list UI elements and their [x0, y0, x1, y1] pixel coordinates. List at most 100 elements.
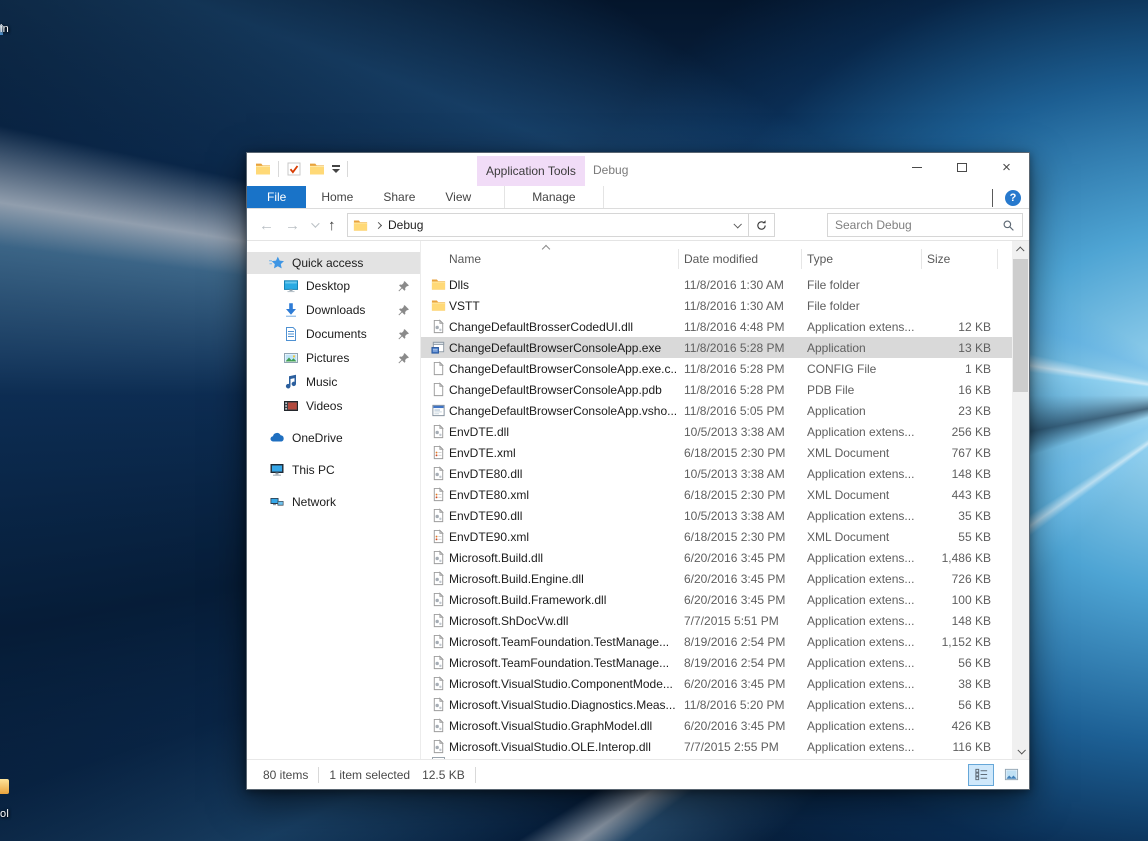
scrollbar-thumb[interactable] [1013, 259, 1028, 392]
ribbon-tab-manage[interactable]: Manage [504, 186, 603, 208]
file-row[interactable]: Microsoft.TeamFoundation.TestManage...8/… [421, 631, 1012, 652]
file-row[interactable]: ChangeDefaultBrowserConsoleApp.exe11/8/2… [421, 337, 1012, 358]
file-row[interactable]: Microsoft.Build.dll6/20/2016 3:45 PMAppl… [421, 547, 1012, 568]
address-dropdown-button[interactable] [726, 214, 748, 236]
file-type-icon [421, 739, 449, 754]
file-row[interactable]: Dlls11/8/2016 1:30 AMFile folder [421, 274, 1012, 295]
column-separator[interactable] [921, 249, 922, 269]
file-row[interactable]: ChangeDefaultBrowserConsoleApp.pdb11/8/2… [421, 379, 1012, 400]
column-header-name[interactable]: Name [449, 252, 481, 266]
sidebar-item-quick-access[interactable]: Quick access [247, 252, 420, 274]
address-bar[interactable]: Debug [347, 213, 749, 237]
pin-icon[interactable] [397, 304, 410, 317]
file-name: Microsoft.VisualStudio.Diagnostics.Meas.… [449, 698, 678, 712]
recent-locations-chevron-icon[interactable] [311, 219, 319, 227]
file-type-icon [421, 613, 449, 628]
file-size: 1,486 KB [921, 551, 997, 565]
minimize-button[interactable] [894, 153, 939, 182]
back-button[interactable]: ← [259, 218, 274, 233]
pin-icon[interactable] [397, 280, 410, 293]
file-row[interactable]: Microsoft.ShDocVw.dll7/7/2015 5:51 PMApp… [421, 610, 1012, 631]
search-box[interactable] [827, 213, 1023, 237]
file-size: 148 KB [921, 467, 997, 481]
file-size: 12 KB [921, 320, 997, 334]
file-type: Application extens... [801, 614, 921, 628]
file-name: Dlls [449, 278, 678, 292]
file-row[interactable]: ChangeDefaultBrosserCodedUI.dll11/8/2016… [421, 316, 1012, 337]
sidebar-item-music[interactable]: Music [247, 370, 420, 394]
column-separator[interactable] [997, 249, 998, 269]
refresh-button[interactable] [749, 213, 775, 237]
ribbon-tab-home[interactable]: Home [306, 186, 368, 208]
ribbon-tab-share[interactable]: Share [368, 186, 430, 208]
file-row[interactable]: Microsoft.VisualStudio.OLE.Interop.dll7/… [421, 736, 1012, 757]
file-type-icon [421, 508, 449, 523]
details-view-button[interactable] [968, 764, 994, 786]
file-row[interactable]: EnvDTE80.dll10/5/2013 3:38 AMApplication… [421, 463, 1012, 484]
file-size: 726 KB [921, 572, 997, 586]
window-controls: × [894, 153, 1029, 182]
file-type-icon [421, 424, 449, 439]
file-row[interactable]: ChangeDefaultBrowserConsoleApp.exe.c...1… [421, 358, 1012, 379]
scroll-down-button[interactable] [1012, 742, 1029, 759]
file-row[interactable]: EnvDTE.dll10/5/2013 3:38 AMApplication e… [421, 421, 1012, 442]
maximize-button[interactable] [939, 153, 984, 182]
file-type-icon [421, 676, 449, 691]
file-row[interactable]: EnvDTE80.xml6/18/2015 2:30 PMXML Documen… [421, 484, 1012, 505]
breadcrumb-chevron-icon[interactable] [375, 221, 382, 228]
pin-icon[interactable] [397, 328, 410, 341]
file-date: 11/8/2016 4:48 PM [678, 320, 801, 334]
file-type: XML Document [801, 530, 921, 544]
search-icon[interactable] [1002, 219, 1015, 232]
sidebar-item-downloads[interactable]: Downloads [247, 298, 420, 322]
file-row[interactable]: VSTT11/8/2016 1:30 AMFile folder [421, 295, 1012, 316]
file-row[interactable]: Microsoft.VisualStudio.Diagnostics.Meas.… [421, 694, 1012, 715]
sidebar-item-videos[interactable]: Videos [247, 394, 420, 418]
sidebar-item-documents[interactable]: Documents [247, 322, 420, 346]
forward-button[interactable]: → [285, 218, 300, 233]
close-button[interactable]: × [984, 153, 1029, 182]
search-input[interactable] [835, 218, 1002, 232]
file-row[interactable]: EnvDTE90.dll10/5/2013 3:38 AMApplication… [421, 505, 1012, 526]
explorer-window-icon[interactable] [255, 161, 271, 177]
breadcrumb[interactable]: Debug [388, 218, 726, 232]
up-button[interactable]: ↑ [328, 218, 336, 233]
column-header-type[interactable]: Type [807, 252, 833, 266]
vertical-scrollbar[interactable] [1012, 241, 1029, 759]
help-button[interactable]: ? [1005, 190, 1021, 206]
file-row[interactable]: EnvDTE90.xml6/18/2015 2:30 PMXML Documen… [421, 526, 1012, 547]
column-separator[interactable] [801, 249, 802, 269]
column-header-date-modified[interactable]: Date modified [684, 252, 758, 266]
scroll-up-button[interactable] [1012, 241, 1029, 258]
sidebar-item-pictures[interactable]: Pictures [247, 346, 420, 370]
thumbnail-view-button[interactable] [998, 764, 1024, 786]
file-row[interactable]: ChangeDefaultBrowserConsoleApp.vsho...11… [421, 400, 1012, 421]
qat-customize-dropdown[interactable] [332, 165, 340, 173]
desktop-icon-label[interactable]: ol [0, 808, 9, 820]
separator [475, 767, 476, 783]
ribbon-expand-chevron-icon[interactable] [992, 189, 993, 207]
desktop-icon-label[interactable]: in [0, 23, 9, 35]
file-row[interactable]: Microsoft.VisualStudio.ComponentMode...6… [421, 673, 1012, 694]
new-folder-icon[interactable] [309, 161, 325, 177]
selection-size: 12.5 KB [422, 768, 465, 782]
file-row[interactable]: Microsoft.TeamFoundation.TestManage...8/… [421, 652, 1012, 673]
sidebar-item-network[interactable]: Network [247, 490, 420, 514]
pin-icon[interactable] [397, 352, 410, 365]
partial-desktop-icon[interactable] [0, 779, 9, 794]
ribbon-tab-file[interactable]: File [247, 186, 306, 208]
sidebar-item-onedrive[interactable]: OneDrive [247, 426, 420, 450]
separator [318, 767, 319, 783]
file-row[interactable]: Microsoft.Build.Engine.dll6/20/2016 3:45… [421, 568, 1012, 589]
ribbon-tab-view[interactable]: View [430, 186, 486, 208]
file-name: Microsoft.VisualStudio.OLE.Interop.dll [449, 740, 678, 754]
file-row[interactable]: Microsoft.VisualStudio.GraphModel.dll6/2… [421, 715, 1012, 736]
file-row[interactable]: Microsoft.Build.Framework.dll6/20/2016 3… [421, 589, 1012, 610]
properties-checkmark-icon[interactable] [286, 161, 302, 177]
sidebar-item-this-pc[interactable]: This PC [247, 458, 420, 482]
column-header-size[interactable]: Size [927, 252, 950, 266]
sidebar-item-desktop[interactable]: Desktop [247, 274, 420, 298]
column-separator[interactable] [678, 249, 679, 269]
contextual-tab-group[interactable]: Application Tools [477, 156, 585, 186]
file-row[interactable]: EnvDTE.xml6/18/2015 2:30 PMXML Document7… [421, 442, 1012, 463]
